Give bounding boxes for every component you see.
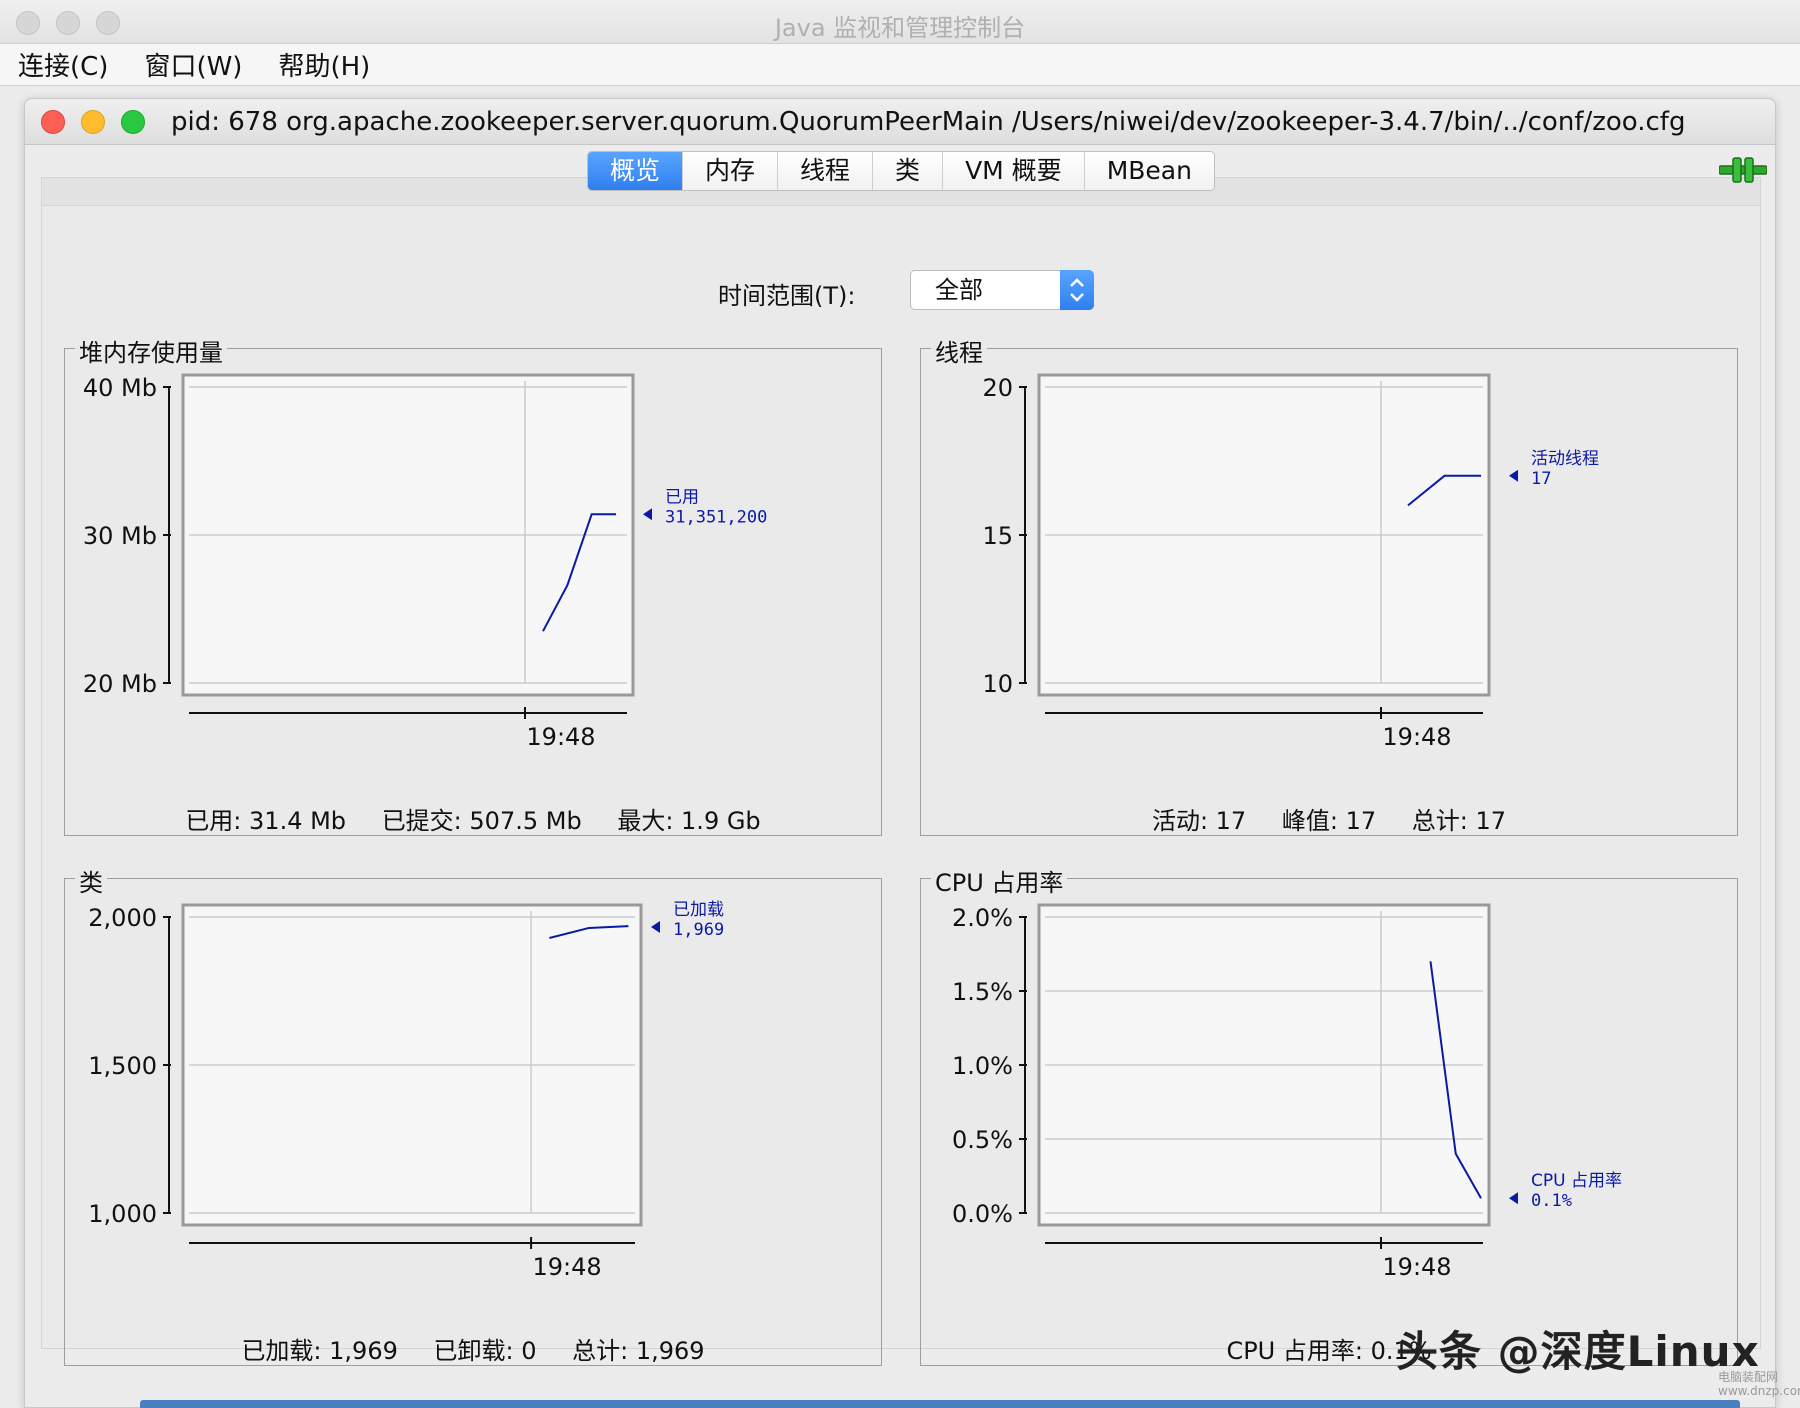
menu-help[interactable]: 帮助(H): [278, 46, 370, 83]
y-tick-label: 0.0%: [952, 1200, 1013, 1228]
stat-used: 已用: 31.4 Mb: [185, 807, 347, 835]
content-panel: 时间范围(T): 全部 堆内存使用量 40 Mb 30 Mb 20 Mb 19:48 已…: [41, 177, 1761, 1366]
y-tick-label: 2,000: [88, 904, 157, 932]
y-tick-label: 15: [982, 522, 1013, 550]
menu-window[interactable]: 窗口(W): [144, 46, 242, 83]
cpu-usage-chart: 2.0% 1.5% 1.0% 0.5% 0.0% 19:48 CPU 占用率0.1%: [952, 903, 1622, 1281]
threads-panel: 线程 20 15 10 19:48 活动线程 17 活动: 17 峰值: 17 总计: 1…: [920, 333, 1738, 836]
time-range-value: 全部: [935, 276, 983, 304]
inner-titlebar: pid: 678 org.apache.zookeeper.server.quo…: [25, 99, 1775, 145]
y-tick-label: 1,500: [88, 1052, 157, 1080]
y-tick-label: 10: [982, 670, 1013, 698]
latest-series-value: 1,969: [673, 920, 724, 940]
tab-classes[interactable]: 类: [873, 152, 944, 190]
classes-stats: 已加载: 1,969 已卸载: 0 总计: 1,969: [65, 1331, 881, 1366]
classes-chart: 2,000 1,500 1,000 19:48 已加载1,969: [88, 900, 724, 1281]
dock-strip: [140, 1400, 1740, 1408]
latest-series-value: 17: [1531, 469, 1551, 489]
watermark-text: 头条 @深度Linux: [1396, 1327, 1760, 1376]
heap-stats: 已用: 31.4 Mb 已提交: 507.5 Mb 最大: 1.9 Gb: [65, 801, 881, 836]
tab-threads[interactable]: 线程: [778, 152, 874, 190]
y-tick-label: 20: [982, 374, 1013, 402]
cpu-usage-panel: CPU 占用率 2.0% 1.5% 1.0% 0.5% 0.0% 19:48 CPU 占用率…: [920, 863, 1738, 1366]
y-tick-label: 2.0%: [952, 904, 1013, 932]
threads-stats: 活动: 17 峰值: 17 总计: 17: [921, 801, 1737, 836]
y-tick-label: 1,000: [88, 1200, 157, 1228]
y-tick-label: 1.0%: [952, 1052, 1013, 1080]
tab-overview[interactable]: 概览: [588, 152, 684, 190]
select-stepper-icon[interactable]: [1060, 270, 1094, 310]
y-tick-label: 1.5%: [952, 978, 1013, 1006]
time-range-label: 时间范围(T):: [718, 282, 856, 310]
latest-series-value: 31,351,200: [665, 507, 767, 527]
latest-series-value: 0.1%: [1531, 1191, 1572, 1211]
classes-panel: 类 2,000 1,500 1,000 19:48 已加载 1,969 已加载: 1,96…: [64, 863, 882, 1366]
x-tick-label: 19:48: [526, 723, 595, 751]
menubar: 连接(C) 窗口(W) 帮助(H): [0, 44, 1800, 86]
latest-marker-icon: [1509, 1192, 1518, 1205]
latest-marker-icon: [651, 921, 660, 933]
inner-window-controls: [41, 110, 145, 134]
app-root: Java 监视和管理控制台 连接(C) 窗口(W) 帮助(H) pid: 678…: [0, 0, 1800, 1408]
stat-max: 最大: 1.9 Gb: [617, 807, 761, 835]
latest-series-label: 已用: [665, 487, 699, 507]
inner-window: pid: 678 org.apache.zookeeper.server.quo…: [24, 98, 1776, 1408]
os-window-title: Java 监视和管理控制台: [774, 14, 1026, 42]
stat-total: 总计: 17: [1411, 807, 1507, 835]
x-tick-label: 19:48: [1382, 723, 1451, 751]
x-tick-label: 19:48: [1382, 1253, 1451, 1281]
tab-vm-summary[interactable]: VM 概要: [943, 152, 1085, 190]
y-tick-label: 30 Mb: [83, 522, 157, 550]
inner-zoom-button[interactable]: [121, 110, 145, 134]
inner-window-title: pid: 678 org.apache.zookeeper.server.quo…: [171, 107, 1686, 137]
latest-marker-icon: [643, 508, 652, 521]
tab-memory[interactable]: 内存: [683, 152, 779, 190]
inner-minimize-button[interactable]: [81, 110, 105, 134]
stat-class-total: 总计: 1,969: [572, 1337, 705, 1365]
os-titlebar: Java 监视和管理控制台: [0, 0, 1800, 44]
tab-mbean[interactable]: MBean: [1084, 152, 1214, 190]
y-tick-label: 0.5%: [952, 1126, 1013, 1154]
inner-close-button[interactable]: [41, 110, 65, 134]
menu-connect[interactable]: 连接(C): [18, 46, 108, 83]
chevron-updown-icon: [1070, 278, 1084, 302]
stat-live: 活动: 17: [1151, 807, 1247, 835]
y-tick-label: 40 Mb: [83, 374, 157, 402]
stat-peak: 峰值: 17: [1281, 807, 1377, 835]
x-tick-label: 19:48: [532, 1253, 601, 1281]
y-tick-label: 20 Mb: [83, 670, 157, 698]
stat-committed: 已提交: 507.5 Mb: [381, 807, 582, 835]
latest-series-label: 已加载: [673, 900, 724, 920]
latest-marker-icon: [1509, 469, 1518, 482]
latest-series-label: 活动线程: [1531, 449, 1599, 469]
latest-series-label: CPU 占用率: [1531, 1171, 1622, 1191]
connection-plug-icon[interactable]: [1719, 155, 1767, 185]
threads-chart: 20 15 10 19:48 活动线程17: [982, 373, 1599, 751]
watermark-small: 电脑装配网 www.dnzp.com: [1718, 1370, 1800, 1398]
heap-memory-chart: 40 Mb 30 Mb 20 Mb 19:48 已用31,351,200: [83, 373, 767, 751]
time-range-select[interactable]: 全部: [910, 270, 1094, 310]
stat-loaded: 已加载: 1,969: [241, 1337, 398, 1365]
stat-unloaded: 已卸载: 0: [433, 1337, 537, 1365]
heap-memory-panel: 堆内存使用量 40 Mb 30 Mb 20 Mb 19:48 已用 31,351,200 …: [64, 333, 882, 836]
tab-bar: 概览 内存 线程 类 VM 概要 MBean: [587, 151, 1215, 191]
